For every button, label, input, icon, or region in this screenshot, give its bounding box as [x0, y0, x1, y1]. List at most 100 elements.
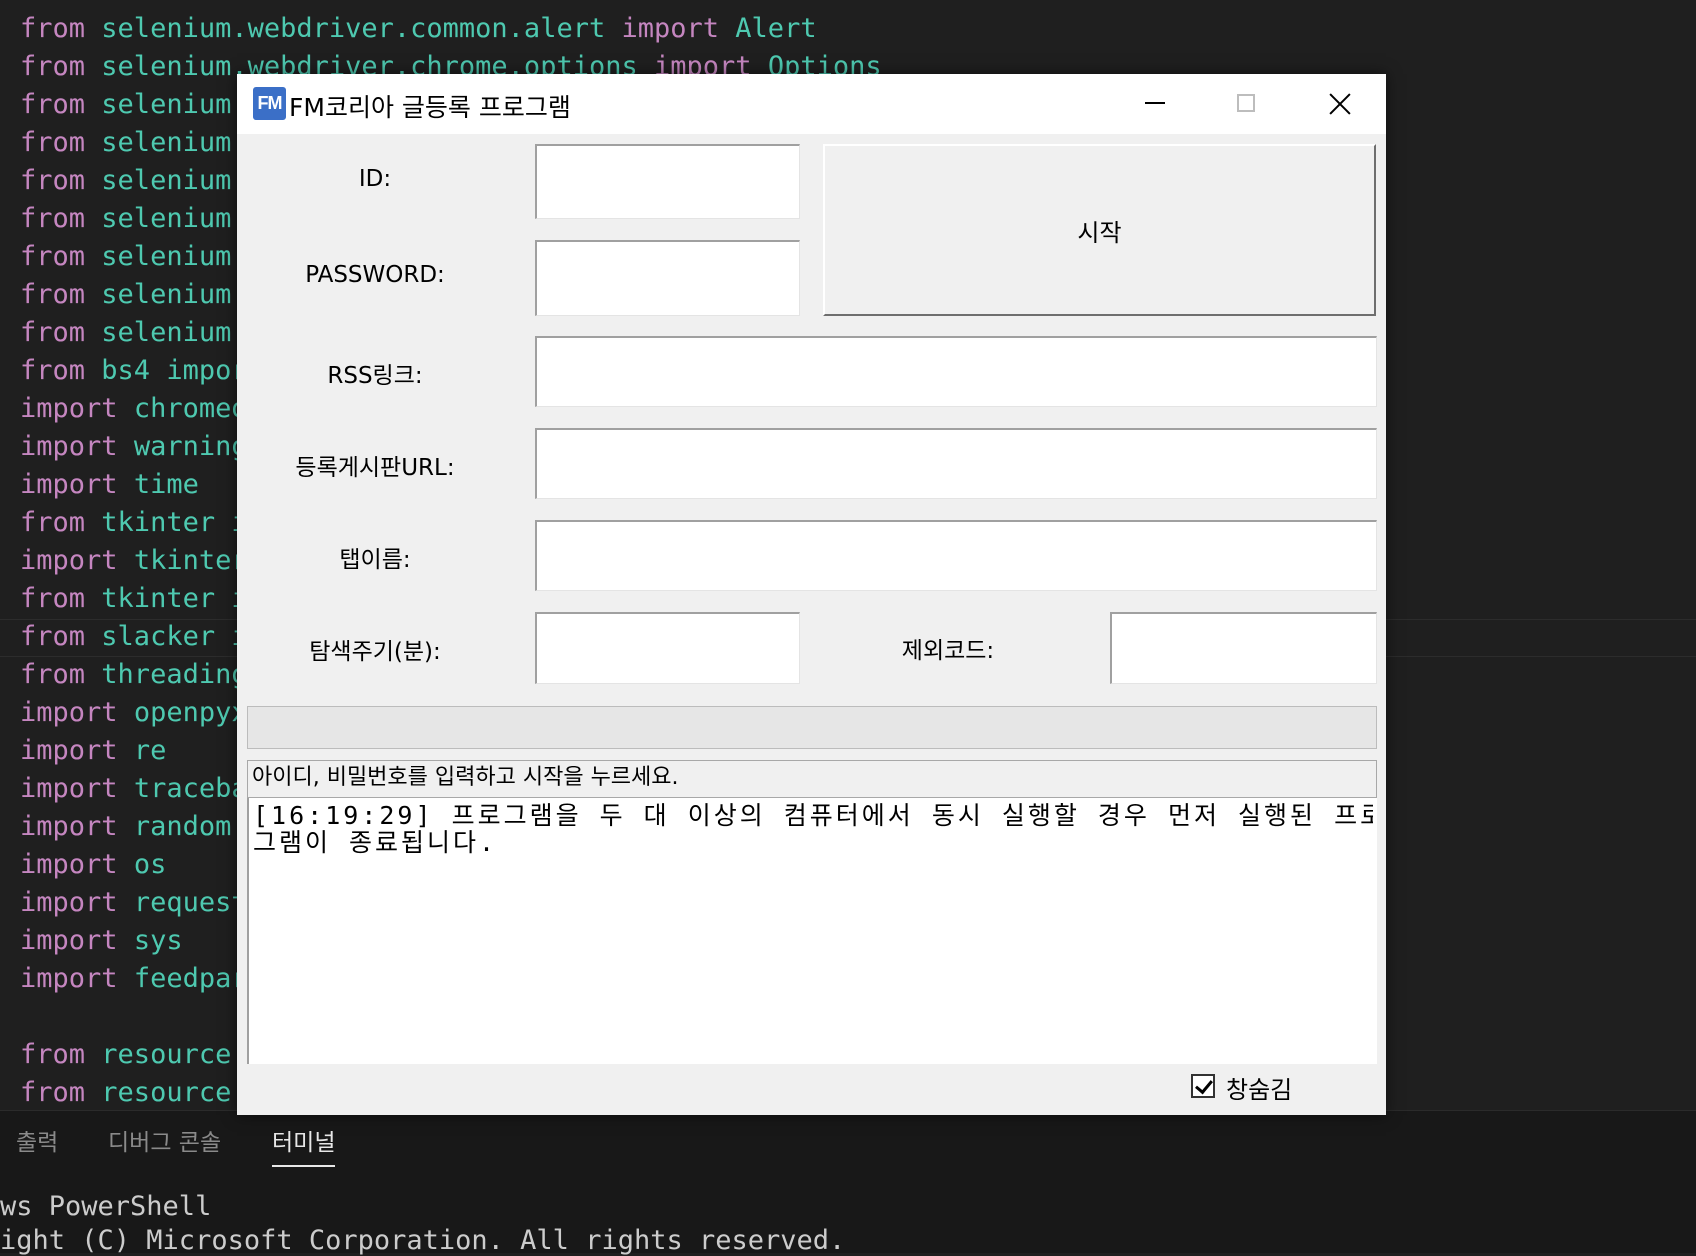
window-title: FM코리아 글등록 프로그램: [289, 93, 571, 122]
code-line: from selenium.: [20, 124, 248, 162]
code-keyword: from: [20, 51, 86, 82]
password-input[interactable]: [535, 240, 800, 316]
title-bar[interactable]: FM FM코리아 글등록 프로그램: [237, 74, 1386, 134]
code-line: from selenium.: [20, 276, 248, 314]
code-keyword: from: [20, 1039, 86, 1070]
minimize-button[interactable]: [1109, 74, 1201, 134]
code-line: import traceba: [20, 770, 248, 808]
code-line: from tkinter i: [20, 504, 248, 542]
code-line: from resource: [20, 1074, 231, 1112]
code-module: warning: [133, 431, 248, 462]
close-button[interactable]: [1294, 74, 1386, 134]
code-keyword: from: [20, 507, 86, 538]
code-keyword: from: [20, 13, 86, 44]
code-keyword: import: [20, 735, 118, 766]
code-line: import os: [20, 846, 166, 884]
code-line: from resource: [20, 1036, 231, 1074]
code-module: tkinter i: [101, 583, 248, 614]
tab-debug-console[interactable]: 디버그 콘솔: [108, 1121, 221, 1165]
code-module: selenium.: [101, 127, 248, 158]
code-keyword: from: [20, 241, 86, 272]
code-module: random: [133, 811, 232, 842]
code-line: import openpyx: [20, 694, 248, 732]
tab-output[interactable]: 출력: [16, 1121, 58, 1165]
code-name: Alert: [735, 13, 817, 44]
code-line: from selenium.: [20, 86, 248, 124]
app-window: FM FM코리아 글등록 프로그램 ID: PASSWORD: 시작 RSS링크…: [237, 74, 1386, 1115]
code-line: from bs4 impor: [20, 352, 248, 390]
code-line: import re: [20, 732, 166, 770]
code-line: from tkinter i: [20, 580, 248, 618]
code-module: chromed: [133, 393, 248, 424]
code-module: feedpar: [133, 963, 248, 994]
maximize-button[interactable]: [1201, 74, 1293, 134]
code-keyword: import: [20, 545, 118, 576]
code-module: selenium.: [101, 89, 248, 120]
status-text: 아이디, 비밀번호를 입력하고 시작을 누르세요.: [247, 760, 1377, 798]
code-keyword: import: [20, 963, 118, 994]
hide-window-checkbox[interactable]: [1191, 1074, 1215, 1098]
code-keyword: from: [20, 659, 86, 690]
rss-link-label: RSS링크:: [327, 363, 423, 389]
code-module: selenium.: [101, 241, 248, 272]
tab-name-label: 탭이름:: [339, 547, 411, 573]
code-keyword: import: [20, 393, 118, 424]
code-module: re: [133, 735, 167, 766]
code-keyword: import: [20, 887, 118, 918]
rss-link-input[interactable]: [535, 336, 1377, 407]
tab-terminal[interactable]: 터미널: [272, 1121, 336, 1167]
board-url-input[interactable]: [535, 428, 1377, 499]
code-module: selenium.webdriver.common.alert: [101, 13, 606, 44]
start-button[interactable]: 시작: [823, 144, 1376, 316]
id-input[interactable]: [535, 144, 800, 219]
log-textbox[interactable]: [16:19:29] 프로그램을 두 대 이상의 컴퓨터에서 동시 실행할 경우…: [247, 798, 1377, 1064]
code-keyword: import: [20, 431, 118, 462]
code-line: from selenium.: [20, 200, 248, 238]
code-module: time: [133, 469, 199, 500]
board-url-label: 등록게시판URL:: [295, 455, 455, 481]
exclude-code-input[interactable]: [1110, 612, 1377, 684]
code-module: openpyx: [133, 697, 248, 728]
code-module: slacker i: [101, 621, 248, 652]
interval-label: 탐색주기(분):: [309, 639, 441, 665]
code-keyword: import: [621, 13, 720, 44]
code-keyword: import: [20, 469, 118, 500]
app-logo-icon: FM: [253, 87, 286, 120]
code-line: import feedpar: [20, 960, 248, 998]
code-line: import request: [20, 884, 248, 922]
code-line: import random: [20, 808, 231, 846]
hide-window-label[interactable]: 창숨김: [1226, 1070, 1292, 1105]
code-line: import chromed: [20, 390, 248, 428]
code-module: selenium.: [101, 317, 248, 348]
code-keyword: from: [20, 355, 86, 386]
id-label: ID:: [358, 166, 392, 192]
code-module: request: [133, 887, 248, 918]
code-keyword: from: [20, 165, 86, 196]
code-module: sys: [133, 925, 183, 956]
code-line: from selenium.: [20, 162, 248, 200]
code-module: selenium.: [101, 203, 248, 234]
code-line: from selenium.: [20, 314, 248, 352]
code-keyword: from: [20, 127, 86, 158]
log-line: 그램이 종료됩니다.: [253, 828, 498, 857]
code-module: tkinter i: [101, 507, 248, 538]
code-module: selenium.: [101, 279, 248, 310]
code-line: import time: [20, 466, 199, 504]
code-module: threading: [101, 659, 248, 690]
interval-input[interactable]: [535, 612, 800, 684]
code-module: resource: [101, 1039, 232, 1070]
log-line: [16:19:29] 프로그램을 두 대 이상의 컴퓨터에서 동시 실행할 경우…: [253, 802, 1373, 829]
exclude-code-label: 제외코드:: [901, 638, 995, 664]
checkmark-icon: [1195, 1075, 1213, 1095]
code-line: from threading: [20, 656, 248, 694]
code-line: from slacker i: [20, 618, 248, 656]
code-module: bs4 impor: [101, 355, 248, 386]
code-keyword: import: [20, 925, 118, 956]
code-module: os: [133, 849, 167, 880]
code-keyword: from: [20, 317, 86, 348]
code-module: resource: [101, 1077, 232, 1108]
tab-name-input[interactable]: [535, 520, 1377, 591]
code-keyword: from: [20, 1077, 86, 1108]
code-module: tkinter: [133, 545, 248, 576]
code-line: import tkinter: [20, 542, 248, 580]
